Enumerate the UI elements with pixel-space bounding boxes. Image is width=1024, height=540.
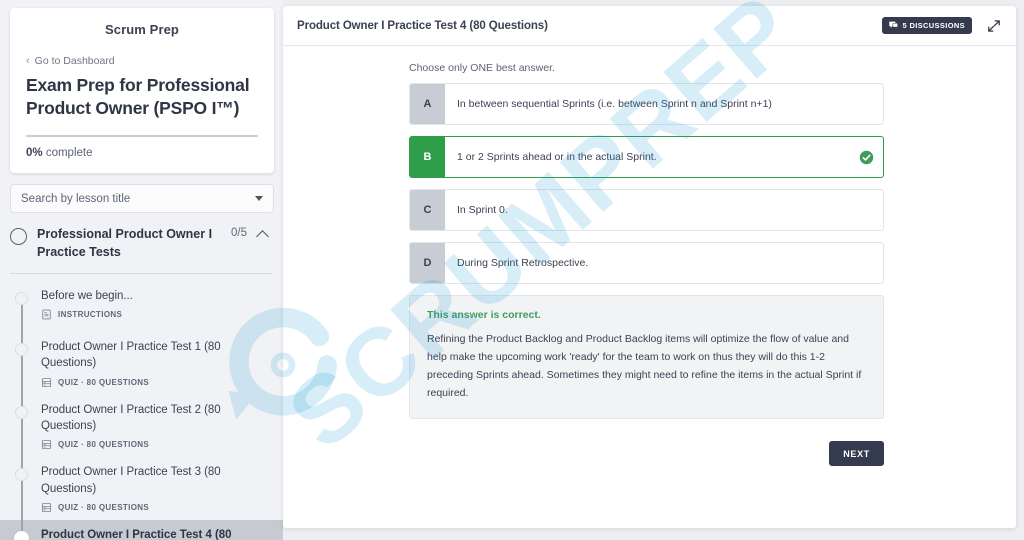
lesson-meta: QUIZ · 80 QUESTIONS [41, 497, 271, 513]
quiz-footer: NEXT [409, 419, 884, 467]
lesson-meta-label: INSTRUCTIONS [58, 310, 123, 320]
lesson-timeline [10, 454, 41, 523]
quiz-icon [41, 440, 52, 450]
lesson-body: Product Owner I Practice Test 3 (80 Ques… [41, 464, 271, 513]
lesson-timeline [10, 516, 41, 540]
answer-option-marker [849, 84, 883, 124]
quiz-icon [41, 503, 52, 512]
lesson-status-circle-icon [15, 292, 28, 305]
course-sidebar: Scrum Prep ‹ Go to Dashboard Exam Prep f… [0, 0, 283, 540]
expand-fullscreen-button[interactable] [986, 18, 1002, 34]
section-progress-circle-icon [10, 228, 27, 245]
next-button[interactable]: NEXT [829, 441, 884, 467]
progress-complete-label: complete [45, 146, 93, 159]
discussions-label: 5 DISCUSSIONS [902, 21, 965, 30]
progress-percent: 0% [26, 146, 43, 159]
lesson-list: Before we begin... INSTRUCTIONS Product Ow… [0, 281, 283, 540]
answer-option-letter: C [410, 190, 445, 230]
comment-icon [888, 21, 898, 28]
answer-option-b[interactable]: B 1 or 2 Sprints ahead or in the actual S… [409, 136, 884, 178]
lesson-timeline [10, 288, 41, 335]
lesson-body: Product Owner I Practice Test 2 (80 Ques… [41, 402, 271, 451]
answer-option-marker [849, 137, 883, 177]
answer-option-letter: B [410, 137, 445, 177]
answer-option-marker [849, 190, 883, 230]
lesson-status-circle-icon [15, 343, 28, 356]
lesson-main-panel: Product Owner I Practice Test 4 (80 Ques… [283, 6, 1016, 528]
lesson-title: Product Owner I Practice Test 1 (80 Ques… [41, 341, 221, 370]
answer-option-a[interactable]: A In between sequential Sprints (i.e. bet… [409, 83, 884, 125]
lesson-meta-label: QUIZ · 80 QUESTIONS [58, 377, 150, 387]
lesson-item[interactable]: Product Owner I Practice Test 1 (80 Ques… [0, 329, 283, 398]
chevron-down-icon [255, 196, 263, 201]
answer-feedback-box: This answer is correct. Refining the Pro… [409, 295, 884, 420]
answer-option-c[interactable]: C In Sprint 0. [409, 189, 884, 231]
answer-option-text: During Sprint Retrospective. [457, 256, 589, 269]
quiz-body: Choose only ONE best answer. A In between… [283, 46, 1016, 467]
lesson-title: Product Owner I Practice Test 4 (80 Ques… [41, 528, 232, 540]
lesson-status-circle-icon [15, 405, 28, 419]
lesson-meta: QUIZ · 80 QUESTIONS [41, 434, 271, 450]
lesson-title: Product Owner I Practice Test 2 (80 Ques… [41, 403, 221, 432]
quiz-prompt: Choose only ONE best answer. [409, 62, 555, 74]
quiz-icon [41, 377, 52, 387]
answer-option-d[interactable]: D During Sprint Retrospective. [409, 242, 884, 284]
lesson-timeline [10, 391, 41, 461]
answer-option-text: In between sequential Sprints (i.e. betw… [457, 97, 772, 110]
feedback-explanation: Refining the Product Backlog and Product… [427, 333, 862, 400]
lesson-body: Product Owner I Practice Test 4 (80 Ques… [41, 527, 271, 540]
feedback-title: This answer is correct. [427, 309, 541, 321]
section-divider [10, 273, 272, 274]
lesson-status-circle-icon [15, 468, 28, 482]
lesson-item-active[interactable]: Product Owner I Practice Test 4 (80 Ques… [0, 516, 283, 540]
lesson-title: Before we begin... [41, 290, 133, 302]
lesson-title: Product Owner I Practice Test 3 (80 Ques… [41, 466, 221, 495]
course-title: Exam Prep for Professional Product Owner… [26, 75, 250, 118]
expand-arrows-icon [988, 19, 1000, 32]
brand-title: Scrum Prep [105, 22, 179, 37]
lesson-search-select[interactable]: Search by lesson title [10, 184, 274, 213]
lesson-item[interactable]: Product Owner I Practice Test 2 (80 Ques… [0, 391, 283, 461]
page-title: Product Owner I Practice Test 4 (80 Ques… [297, 19, 548, 32]
instructions-icon [42, 309, 51, 320]
answer-option-text: 1 or 2 Sprints ahead or in the actual Sp… [457, 150, 657, 163]
lesson-status-circle-icon [14, 530, 29, 540]
timeline-track [21, 454, 23, 523]
answer-option-letter: A [410, 84, 445, 124]
answer-option-text: In Sprint 0. [457, 203, 508, 216]
lesson-timeline [10, 329, 41, 398]
chevron-left-icon: ‹ [26, 54, 30, 67]
panel-header: Product Owner I Practice Test 4 (80 Ques… [283, 6, 1016, 46]
lesson-body: Before we begin... INSTRUCTIONS [41, 288, 271, 320]
section-header-practice-tests[interactable]: Professional Product Owner I Practice Te… [0, 224, 283, 261]
section-title: Professional Product Owner I Practice Te… [37, 227, 213, 260]
section-progress-count: 0/5 [231, 227, 247, 239]
course-summary-card: Scrum Prep ‹ Go to Dashboard Exam Prep f… [10, 8, 274, 173]
timeline-track [21, 329, 23, 398]
discussions-button[interactable]: 5 DISCUSSIONS [881, 17, 972, 34]
answer-options-list: A In between sequential Sprints (i.e. bet… [409, 83, 884, 284]
lesson-item[interactable]: Product Owner I Practice Test 3 (80 Ques… [0, 454, 283, 523]
lesson-body: Product Owner I Practice Test 1 (80 Ques… [41, 339, 271, 388]
chevron-up-icon[interactable] [257, 228, 269, 240]
go-to-dashboard-link[interactable]: ‹ Go to Dashboard [26, 55, 258, 74]
lesson-meta: QUIZ · 80 QUESTIONS [41, 372, 271, 388]
answer-option-marker [849, 243, 883, 283]
progress-status: 0% complete [26, 137, 258, 159]
lesson-meta: INSTRUCTIONS [41, 304, 271, 320]
lesson-search-placeholder: Search by lesson title [21, 192, 131, 205]
lesson-meta-label: QUIZ · 80 QUESTIONS [58, 440, 150, 450]
lesson-meta-label: QUIZ · 80 QUESTIONS [58, 502, 150, 512]
correct-check-icon [859, 150, 873, 164]
go-to-dashboard-label: Go to Dashboard [34, 55, 115, 67]
lesson-item[interactable]: Before we begin... INSTRUCTIONS [0, 281, 283, 335]
timeline-track [21, 391, 23, 461]
answer-option-letter: D [410, 243, 445, 283]
